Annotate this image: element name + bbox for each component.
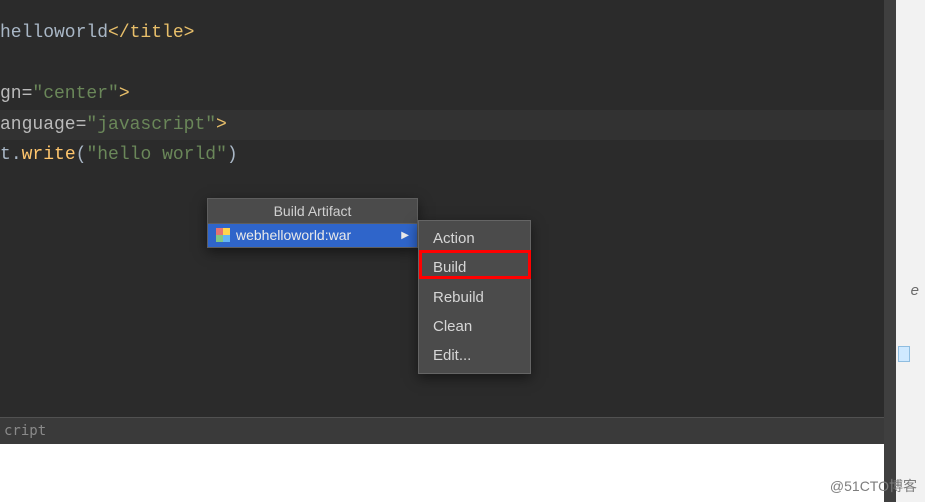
code-text: ( (76, 145, 87, 165)
code-text: "center" (32, 84, 118, 104)
build-artifact-popup: Build Artifact webhelloworld:war ▶ (207, 198, 418, 248)
artifact-item-label: webhelloworld:war (236, 227, 351, 243)
code-text: . (11, 145, 22, 165)
code-text: write (22, 145, 76, 165)
code-text: > (119, 84, 130, 104)
artifact-icon (216, 228, 230, 242)
code-text: gn= (0, 84, 32, 104)
code-line (0, 49, 884, 80)
code-line: helloworld</title> (0, 18, 884, 49)
code-text: ) (227, 145, 238, 165)
popup-header: Build Artifact (208, 199, 417, 224)
menu-item-build[interactable]: Build (419, 253, 530, 282)
code-text: helloworld (0, 23, 108, 43)
code-text: </title> (108, 23, 194, 43)
submenu-arrow-icon: ▶ (401, 230, 409, 241)
right-gutter (884, 0, 896, 502)
artifact-actions-popup: Action Build Rebuild Clean Edit... (418, 220, 531, 374)
breadcrumb-bar: cript (0, 418, 884, 444)
code-line: gn="center"> (0, 79, 884, 110)
code-line: t.write("hello world") (0, 140, 884, 171)
code-text: "hello world" (86, 145, 226, 165)
code-text: > (216, 115, 227, 135)
code-line-highlighted: anguage="javascript"> (0, 110, 884, 141)
menu-item-rebuild[interactable]: Rebuild (419, 283, 530, 312)
blank-area (0, 444, 884, 502)
watermark: @51CTO博客 (830, 476, 917, 496)
menu-item-edit[interactable]: Edit... (419, 341, 530, 370)
code-text: "javascript" (86, 115, 216, 135)
side-marker (898, 346, 910, 362)
side-glyph: e (911, 282, 919, 299)
breadcrumb-text: cript (4, 423, 46, 439)
menu-item-clean[interactable]: Clean (419, 312, 530, 341)
code-text: anguage= (0, 115, 86, 135)
right-side-panel: e (884, 0, 925, 502)
menu-item-action[interactable]: Action (419, 224, 530, 253)
code-text: t (0, 145, 11, 165)
artifact-item-webhelloworld[interactable]: webhelloworld:war ▶ (208, 224, 417, 247)
